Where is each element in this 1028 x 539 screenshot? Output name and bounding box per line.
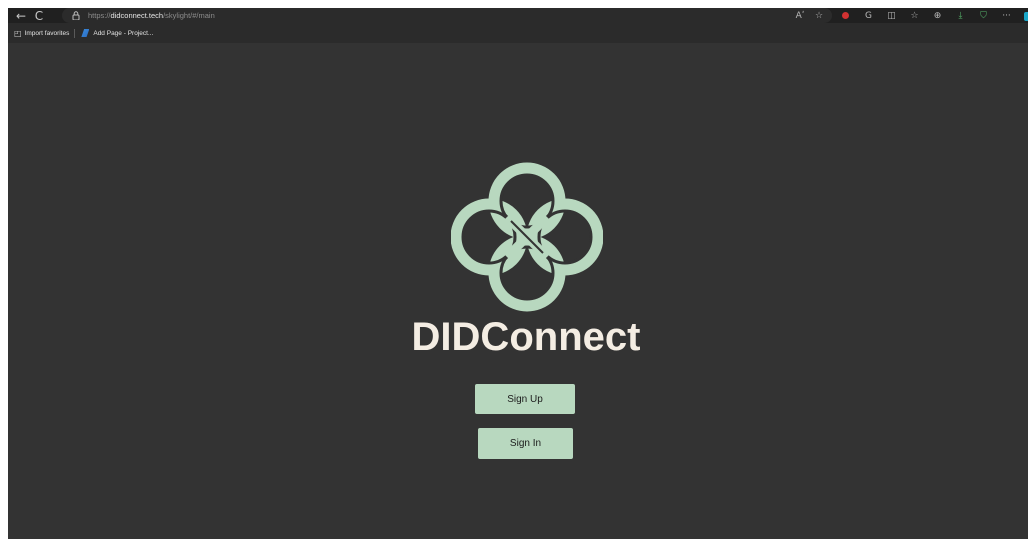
favorites-item-label: Add Page - Project... xyxy=(93,29,154,37)
project-icon xyxy=(81,29,90,37)
url-domain: didconnect.tech xyxy=(110,11,164,20)
sign-up-button[interactable]: Sign Up xyxy=(475,384,575,414)
page-content: DIDConnect Sign Up Sign In xyxy=(8,43,1028,539)
favorites-icon[interactable]: ☆ xyxy=(903,8,926,23)
reload-icon[interactable]: C xyxy=(30,8,48,23)
favorite-star-icon[interactable]: ☆ xyxy=(810,8,828,23)
back-icon[interactable]: ← xyxy=(12,8,30,23)
split-screen-icon[interactable]: ◫ xyxy=(880,8,903,23)
extension-red-icon[interactable] xyxy=(834,8,857,23)
url-text[interactable]: https://didconnect.tech/skylight/#/main xyxy=(88,11,215,20)
downloads-icon[interactable]: ⤓ xyxy=(949,8,972,23)
browser-window: ← C https://didconnect.tech/skylight/#/m… xyxy=(8,8,1028,539)
sign-in-button[interactable]: Sign In xyxy=(478,428,573,459)
favorites-item-label: Import favorites xyxy=(24,29,70,37)
url-actions: Aʹ ☆ xyxy=(790,8,828,23)
more-menu-icon[interactable]: ··· xyxy=(995,8,1018,23)
favorites-item-import[interactable]: ◰ Import favorites xyxy=(8,23,69,43)
browser-extensions: G ◫ ☆ ⊕ ⤓ ⛉ ··· xyxy=(834,8,1018,23)
url-path: /skylight/#/main xyxy=(163,11,215,20)
browser-toolbar: ← C https://didconnect.tech/skylight/#/m… xyxy=(8,8,1028,23)
collections-icon[interactable]: ⊕ xyxy=(926,8,949,23)
brand-title: DIDConnect xyxy=(411,315,641,359)
copilot-icon[interactable] xyxy=(1024,12,1028,21)
import-favorites-icon: ◰ xyxy=(14,28,22,38)
favorites-bar: ◰ Import favorites Add Page - Project... xyxy=(8,23,1028,43)
read-aloud-icon[interactable]: Aʹ xyxy=(790,8,810,23)
address-bar[interactable]: https://didconnect.tech/skylight/#/main … xyxy=(62,8,832,23)
didconnect-logo-icon xyxy=(451,162,603,312)
favorites-item-add-page[interactable]: Add Page - Project... xyxy=(75,23,153,43)
browser-essentials-icon[interactable]: ⛉ xyxy=(972,8,995,23)
extension-g-icon[interactable]: G xyxy=(857,8,880,23)
lock-icon[interactable] xyxy=(68,8,84,23)
url-scheme: https:// xyxy=(88,11,111,20)
